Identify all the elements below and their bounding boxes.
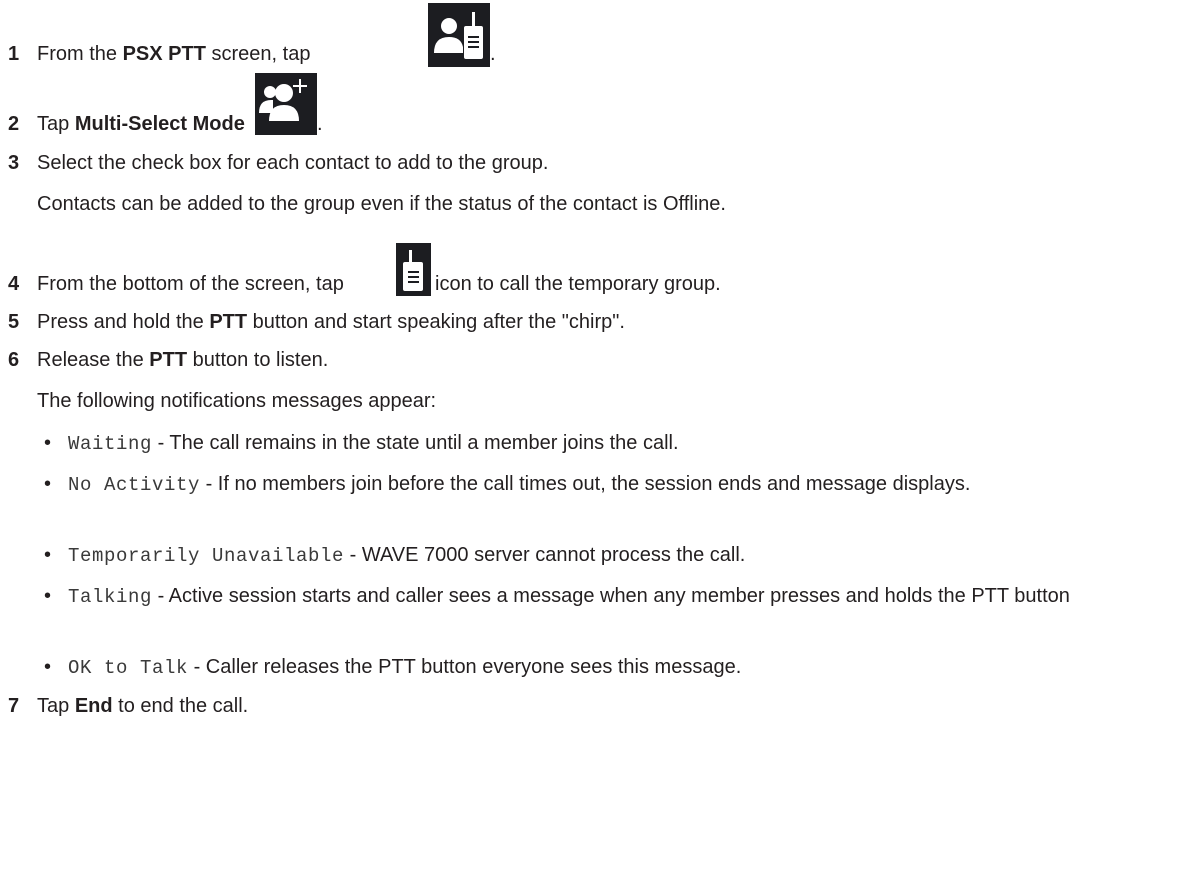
- step-text: From the PSX PTT screen, tap: [37, 43, 311, 65]
- radio-call-icon: [396, 243, 431, 296]
- list-item-text: OK to Talk - Caller releases the PTT but…: [68, 656, 742, 679]
- step-number: 6: [8, 349, 20, 371]
- list-item-text: Talking - Active session starts and call…: [68, 585, 1070, 608]
- list-item-text: No Activity - If no members join before …: [68, 473, 971, 496]
- add-contact-icon: [255, 73, 317, 135]
- step-tail: .: [490, 43, 496, 65]
- list-item-text: Waiting - The call remains in the state …: [68, 432, 679, 455]
- step-text: Tap End to end the call.: [37, 695, 249, 717]
- step-text: Tap Multi-Select Mode: [37, 113, 245, 135]
- bullet: •: [44, 544, 52, 566]
- step-text: Release the PTT button to listen.: [37, 349, 329, 371]
- step-number: 4: [8, 273, 20, 295]
- step-note: Contacts can be added to the group even …: [37, 193, 726, 215]
- bullet: •: [44, 585, 52, 607]
- step-number: 2: [8, 113, 20, 135]
- list-item-text: Temporarily Unavailable - WAVE 7000 serv…: [68, 544, 746, 567]
- step-number: 1: [8, 43, 20, 65]
- step-note: The following notifications messages app…: [37, 390, 437, 412]
- step-text: Select the check box for each contact to…: [37, 152, 549, 174]
- bullet: •: [44, 473, 52, 495]
- bullet: •: [44, 656, 52, 678]
- step-text: From the bottom of the screen, tap: [37, 273, 344, 295]
- step-tail: .: [317, 113, 323, 135]
- contact-radio-icon: [428, 3, 490, 67]
- bullet: •: [44, 432, 52, 454]
- step-number: 7: [8, 695, 20, 717]
- step-number: 5: [8, 311, 20, 333]
- step-text-post: icon to call the temporary group.: [435, 273, 721, 295]
- step-text: Press and hold the PTT button and start …: [37, 311, 625, 333]
- step-number: 3: [8, 152, 20, 174]
